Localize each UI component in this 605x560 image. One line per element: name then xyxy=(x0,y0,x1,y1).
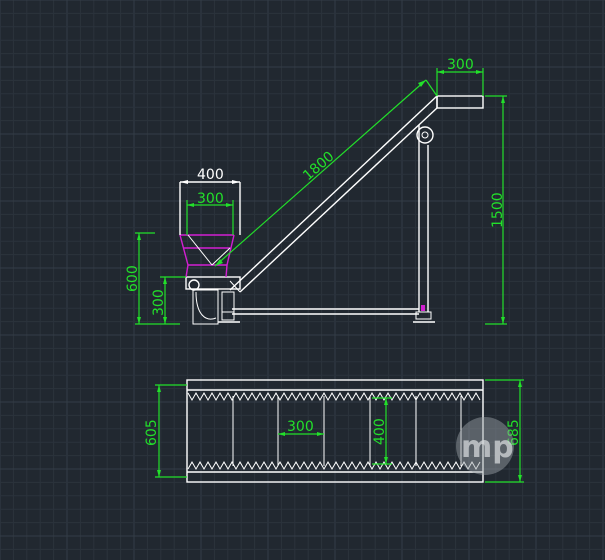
dim-label-overall-width: 605 xyxy=(144,419,160,446)
incline-conveyor-body xyxy=(229,95,438,293)
dim-inlet-height: 300 xyxy=(151,276,186,324)
tail-section xyxy=(185,276,241,325)
drawing-grid xyxy=(0,0,605,560)
belt-edge-top xyxy=(187,391,481,402)
dim-cleat-spacing: 300 xyxy=(278,419,324,436)
dim-incline-length: 1800 xyxy=(214,79,438,267)
base-frame xyxy=(232,308,419,315)
side-view: 400 300 1800 300 1500 600 300 xyxy=(125,57,507,325)
dim-discharge-width: 300 xyxy=(436,57,484,96)
dim-label-hopper-height: 600 xyxy=(125,265,141,292)
dim-label-inlet-height: 300 xyxy=(151,289,167,316)
dim-overall-width: 605 xyxy=(144,384,187,478)
dim-hopper-bottom: 300 xyxy=(186,191,234,235)
belt-edge-bottom xyxy=(187,460,481,471)
dim-label-hopper-bottom: 300 xyxy=(197,191,224,207)
discharge-head xyxy=(436,95,484,109)
dim-label-discharge-width: 300 xyxy=(447,57,474,73)
cad-drawing-canvas: 400 300 1800 300 1500 600 300 605 300 40… xyxy=(0,0,605,560)
dim-hopper-top: 400 xyxy=(180,167,240,184)
dim-label-cleat-height: 400 xyxy=(372,418,388,445)
mp-logo-icon: mp xyxy=(456,417,514,475)
dim-label-cleat-spacing: 300 xyxy=(287,419,314,435)
watermark-text: mp xyxy=(461,430,514,465)
dim-label-incline-length: 1800 xyxy=(300,149,337,184)
support-leg xyxy=(413,125,435,323)
dim-label-total-height: 1500 xyxy=(490,192,506,228)
dim-label-hopper-top: 400 xyxy=(197,167,224,183)
